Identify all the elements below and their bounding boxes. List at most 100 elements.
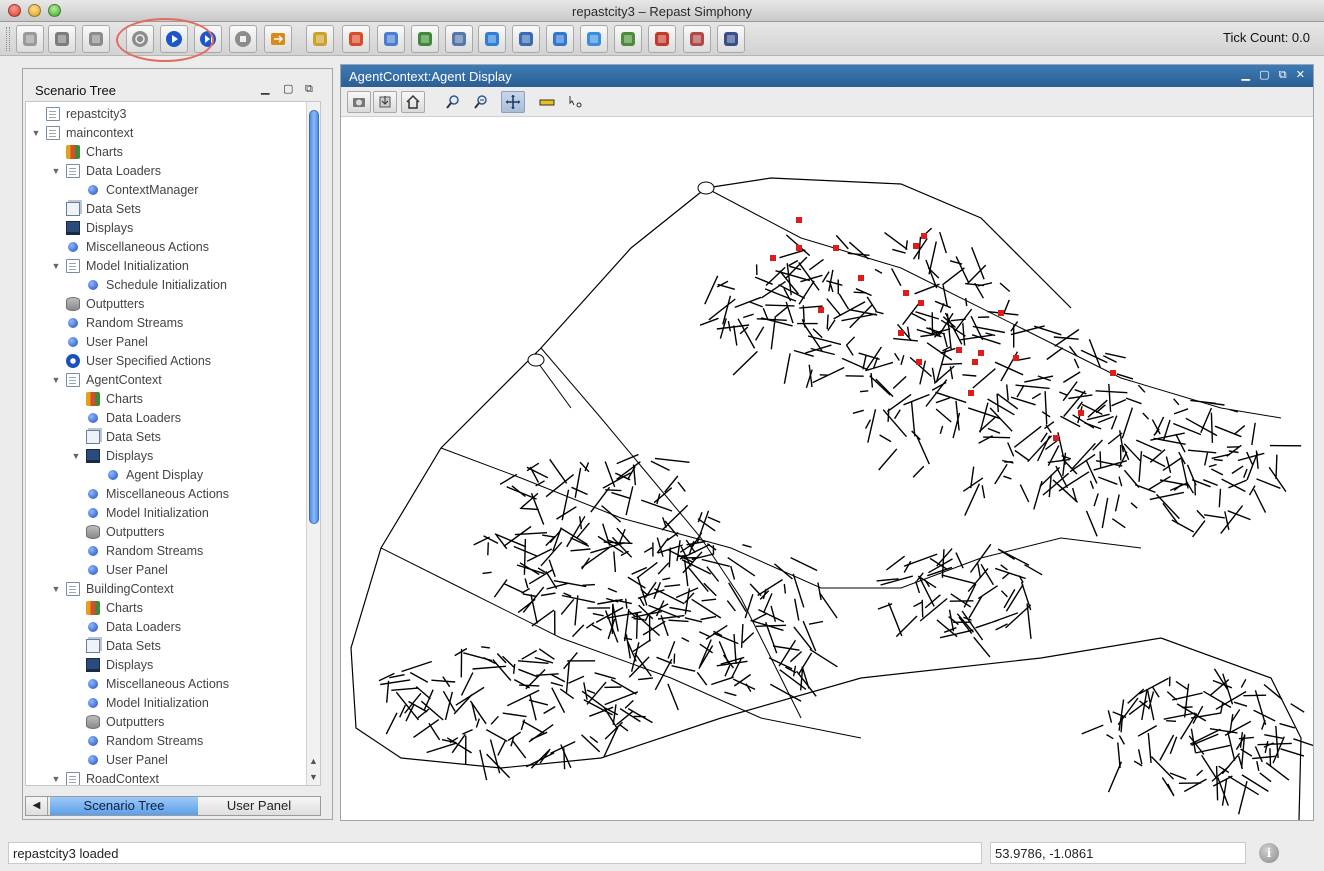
close-display-icon[interactable]: ✕	[1296, 69, 1305, 81]
agent-marker[interactable]	[998, 310, 1004, 316]
tree-item[interactable]: Miscellaneous Actions	[50, 237, 209, 256]
tree-item[interactable]: Random Streams	[50, 313, 183, 332]
agent-marker[interactable]	[1053, 435, 1059, 441]
ruler-icon[interactable]	[535, 91, 559, 113]
agent-marker[interactable]	[978, 350, 984, 356]
tree-item[interactable]: ▼ RoadContext	[50, 769, 159, 785]
pie-chart-icon[interactable]	[411, 25, 439, 53]
zoom-in-icon[interactable]	[441, 91, 465, 113]
agent-marker[interactable]	[1110, 370, 1116, 376]
expand-toggle-icon[interactable]: ▼	[50, 375, 62, 385]
tree-item[interactable]: User Specified Actions	[50, 351, 211, 370]
zoom-out-icon[interactable]	[469, 91, 493, 113]
stop-icon[interactable]	[229, 25, 257, 53]
camera-icon[interactable]	[347, 91, 371, 113]
agent-marker[interactable]	[956, 347, 962, 353]
expand-toggle-icon[interactable]: ▼	[50, 261, 62, 271]
tree-item[interactable]: Model Initialization	[70, 503, 209, 522]
tree-item[interactable]: Data Sets	[70, 427, 161, 446]
agent-marker[interactable]	[918, 300, 924, 306]
tree-item[interactable]: ▼ maincontext	[30, 123, 133, 142]
tractor-icon[interactable]	[717, 25, 745, 53]
spreadsheet-icon[interactable]	[683, 25, 711, 53]
tree-item[interactable]: ▼ AgentContext	[50, 370, 162, 389]
people-icon[interactable]	[377, 25, 405, 53]
agent-marker[interactable]	[858, 275, 864, 281]
expand-toggle-icon[interactable]: ▼	[50, 774, 62, 784]
tree-item[interactable]: Data Sets	[50, 199, 141, 218]
agent-marker[interactable]	[903, 290, 909, 296]
agent-marker[interactable]	[921, 233, 927, 239]
tree-item[interactable]: Outputters	[70, 712, 164, 731]
export-icon[interactable]	[373, 91, 397, 113]
agents-icon[interactable]	[614, 25, 642, 53]
agent-marker[interactable]	[898, 330, 904, 336]
tab-scenario-tree[interactable]: Scenario Tree	[50, 797, 198, 815]
road-network-map[interactable]	[341, 118, 1313, 820]
map-canvas[interactable]	[341, 118, 1313, 820]
open-model-icon[interactable]	[16, 25, 44, 53]
agent-marker[interactable]	[972, 359, 978, 365]
agent-marker[interactable]	[1013, 355, 1019, 361]
tree-item[interactable]: User Panel	[50, 332, 148, 351]
minimize-display-icon[interactable]: ▁	[1242, 69, 1250, 81]
tree-item[interactable]: Displays	[70, 655, 153, 674]
agent-marker[interactable]	[770, 255, 776, 261]
tree-item[interactable]: ▼ BuildingContext	[50, 579, 174, 598]
agent-marker[interactable]	[833, 245, 839, 251]
agent-marker[interactable]	[968, 390, 974, 396]
tree-item[interactable]: Charts	[50, 142, 123, 161]
tree-item[interactable]: repastcity3	[30, 104, 126, 123]
tree-item[interactable]: Displays	[50, 218, 133, 237]
tree-scrollbar[interactable]: ▲ ▼	[306, 102, 320, 785]
tree-item[interactable]: User Panel	[70, 750, 168, 769]
tree-item[interactable]: Miscellaneous Actions	[70, 674, 229, 693]
tree-item[interactable]: User Panel	[70, 560, 168, 579]
tree-item[interactable]: Charts	[70, 389, 143, 408]
save-icon[interactable]	[48, 25, 76, 53]
color-grid-icon[interactable]	[342, 25, 370, 53]
tree-item[interactable]: Agent Display	[90, 465, 203, 484]
tree-item[interactable]: Miscellaneous Actions	[70, 484, 229, 503]
expand-toggle-icon[interactable]: ▼	[50, 584, 62, 594]
tree-item[interactable]: Schedule Initialization	[70, 275, 227, 294]
scroll-thumb[interactable]	[309, 110, 319, 524]
tree-item[interactable]: ▼ Model Initialization	[50, 256, 189, 275]
tree-item[interactable]: Data Loaders	[70, 408, 181, 427]
tree-item[interactable]: Random Streams	[70, 541, 203, 560]
network-globe-icon[interactable]	[546, 25, 574, 53]
tree-item[interactable]: Charts	[70, 598, 143, 617]
pan-icon[interactable]	[501, 91, 525, 113]
globe-icon[interactable]	[478, 25, 506, 53]
home-icon[interactable]	[401, 91, 425, 113]
calculator-icon[interactable]	[445, 25, 473, 53]
maximize-panel-icon[interactable]: ▢	[283, 82, 293, 96]
tree-item[interactable]: ContextManager	[70, 180, 198, 199]
reset-icon[interactable]	[264, 25, 292, 53]
minimize-panel-icon[interactable]: ▁	[261, 82, 269, 96]
expand-toggle-icon[interactable]: ▼	[50, 166, 62, 176]
tree-item[interactable]: Data Loaders	[70, 617, 181, 636]
tree-item[interactable]: Model Initialization	[70, 693, 209, 712]
restore-panel-icon[interactable]: ⧉	[305, 82, 313, 96]
scroll-down-icon[interactable]: ▼	[309, 772, 318, 782]
restore-display-icon[interactable]: ⧉	[1279, 69, 1287, 81]
tree-item[interactable]: Outputters	[70, 522, 164, 541]
agent-marker[interactable]	[1078, 410, 1084, 416]
agent-marker[interactable]	[796, 217, 802, 223]
agent-marker[interactable]	[916, 359, 922, 365]
tree-item[interactable]: ▼ Data Loaders	[50, 161, 161, 180]
info-icon[interactable]: i	[1259, 843, 1279, 863]
maximize-display-icon[interactable]: ▢	[1259, 69, 1269, 81]
tab-scroll-left-icon[interactable]: ◀	[26, 797, 48, 815]
tree-item[interactable]: Outputters	[50, 294, 144, 313]
tree-item[interactable]: ▼ Displays	[70, 446, 153, 465]
tree-item[interactable]: Random Streams	[70, 731, 203, 750]
expand-toggle-icon[interactable]: ▼	[30, 128, 42, 138]
agent-marker[interactable]	[796, 245, 802, 251]
magnifier-icon[interactable]	[512, 25, 540, 53]
tree-item[interactable]: Data Sets	[70, 636, 161, 655]
bar-chart-icon[interactable]	[648, 25, 676, 53]
agent-marker[interactable]	[913, 243, 919, 249]
select-cursor-icon[interactable]	[563, 91, 587, 113]
